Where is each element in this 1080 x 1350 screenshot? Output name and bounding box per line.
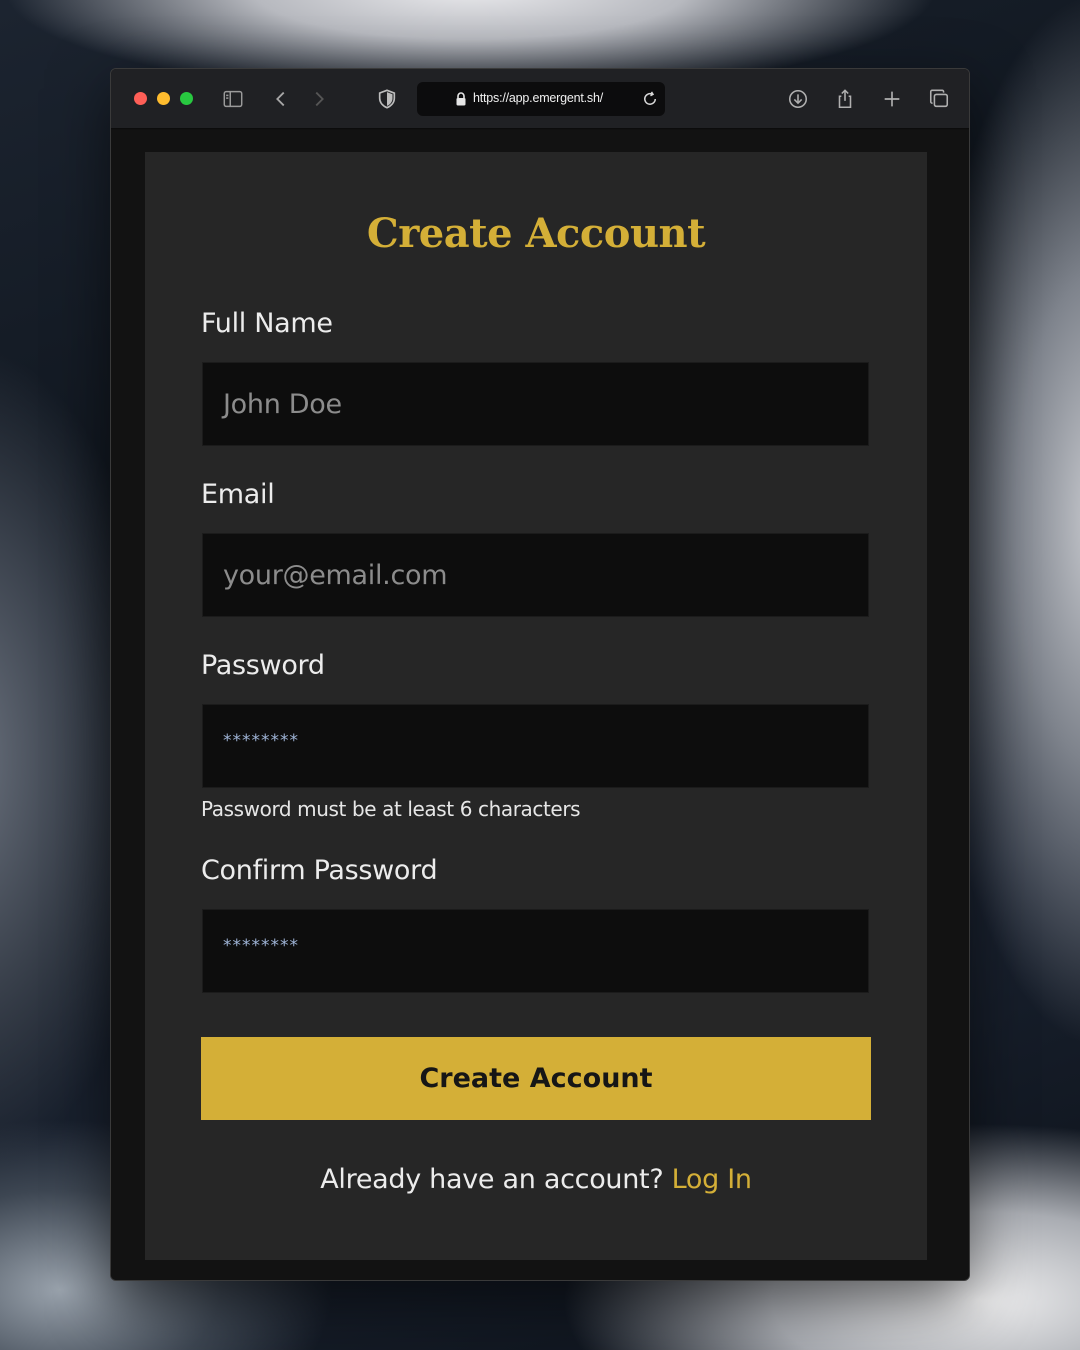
password-label: Password xyxy=(201,650,325,681)
browser-window: https://app.emergent.sh/ Create Account … xyxy=(110,68,970,1281)
tabs-overview-icon[interactable] xyxy=(927,87,951,111)
login-prompt: Already have an account? Log In xyxy=(145,1164,927,1195)
confirm-password-input[interactable]: ******** xyxy=(202,909,869,993)
confirm-password-label: Confirm Password xyxy=(201,855,438,886)
email-label: Email xyxy=(201,479,275,510)
full-name-label: Full Name xyxy=(201,308,333,339)
new-tab-icon[interactable] xyxy=(880,87,904,111)
address-bar[interactable]: https://app.emergent.sh/ xyxy=(417,82,665,116)
full-name-placeholder: John Doe xyxy=(223,388,342,420)
sidebar-icon[interactable] xyxy=(221,87,245,111)
maximize-window-button[interactable] xyxy=(180,92,193,105)
login-prompt-text: Already have an account? xyxy=(320,1164,664,1195)
forward-icon[interactable] xyxy=(307,87,331,111)
lock-icon xyxy=(456,92,466,106)
download-icon[interactable] xyxy=(786,87,810,111)
page-viewport: Create Account Full Name John Doe Email … xyxy=(111,130,969,1280)
login-link[interactable]: Log In xyxy=(672,1164,752,1195)
reload-icon[interactable] xyxy=(641,90,659,108)
email-placeholder: your@email.com xyxy=(223,559,448,591)
page-title: Create Account xyxy=(366,210,706,257)
email-input[interactable]: your@email.com xyxy=(202,533,869,617)
create-account-button[interactable]: Create Account xyxy=(201,1037,871,1120)
share-icon[interactable] xyxy=(833,87,857,111)
password-input[interactable]: ******** xyxy=(202,704,869,788)
shield-icon[interactable] xyxy=(375,87,399,111)
url-text: https://app.emergent.sh/ xyxy=(473,91,604,105)
minimize-window-button[interactable] xyxy=(157,92,170,105)
password-value: ******** xyxy=(223,731,299,751)
back-icon[interactable] xyxy=(269,87,293,111)
password-hint: Password must be at least 6 characters xyxy=(201,797,581,821)
confirm-password-value: ******** xyxy=(223,936,299,956)
signup-card: Create Account Full Name John Doe Email … xyxy=(145,152,927,1260)
close-window-button[interactable] xyxy=(134,92,147,105)
full-name-input[interactable]: John Doe xyxy=(202,362,869,446)
browser-toolbar: https://app.emergent.sh/ xyxy=(111,69,969,129)
